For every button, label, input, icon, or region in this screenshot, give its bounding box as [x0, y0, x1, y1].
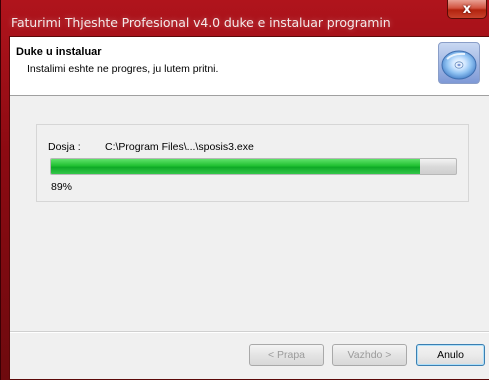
back-button[interactable]: < Prapa: [249, 344, 324, 366]
title-bar[interactable]: Faturimi Thjeshte Profesional v4.0 duke …: [1, 0, 489, 36]
cd-icon: [438, 42, 480, 84]
cancel-button[interactable]: Anulo: [416, 344, 485, 366]
installer-window: Faturimi Thjeshte Profesional v4.0 duke …: [0, 0, 489, 380]
wizard-header: Duke u instaluar Instalimi eshte ne prog…: [10, 37, 489, 96]
progress-bar-fill: [51, 159, 420, 174]
close-button[interactable]: x: [447, 0, 487, 19]
next-button[interactable]: Vazhdo >: [332, 344, 407, 366]
file-label: Dosja :: [48, 141, 81, 153]
window-title: Faturimi Thjeshte Profesional v4.0 duke …: [11, 15, 391, 30]
progress-percent: 89%: [51, 181, 73, 193]
dialog-body: Duke u instaluar Instalimi eshte ne prog…: [9, 36, 489, 380]
progress-panel: Dosja : C:\Program Files\...\sposis3.exe…: [36, 124, 469, 202]
footer-divider: [10, 331, 489, 333]
page-title: Duke u instaluar: [16, 46, 102, 58]
file-path: C:\Program Files\...\sposis3.exe: [105, 141, 254, 153]
close-icon: x: [462, 1, 472, 17]
page-subtitle: Instalimi eshte ne progres, ju lutem pri…: [27, 63, 219, 75]
progress-bar: [50, 158, 457, 175]
